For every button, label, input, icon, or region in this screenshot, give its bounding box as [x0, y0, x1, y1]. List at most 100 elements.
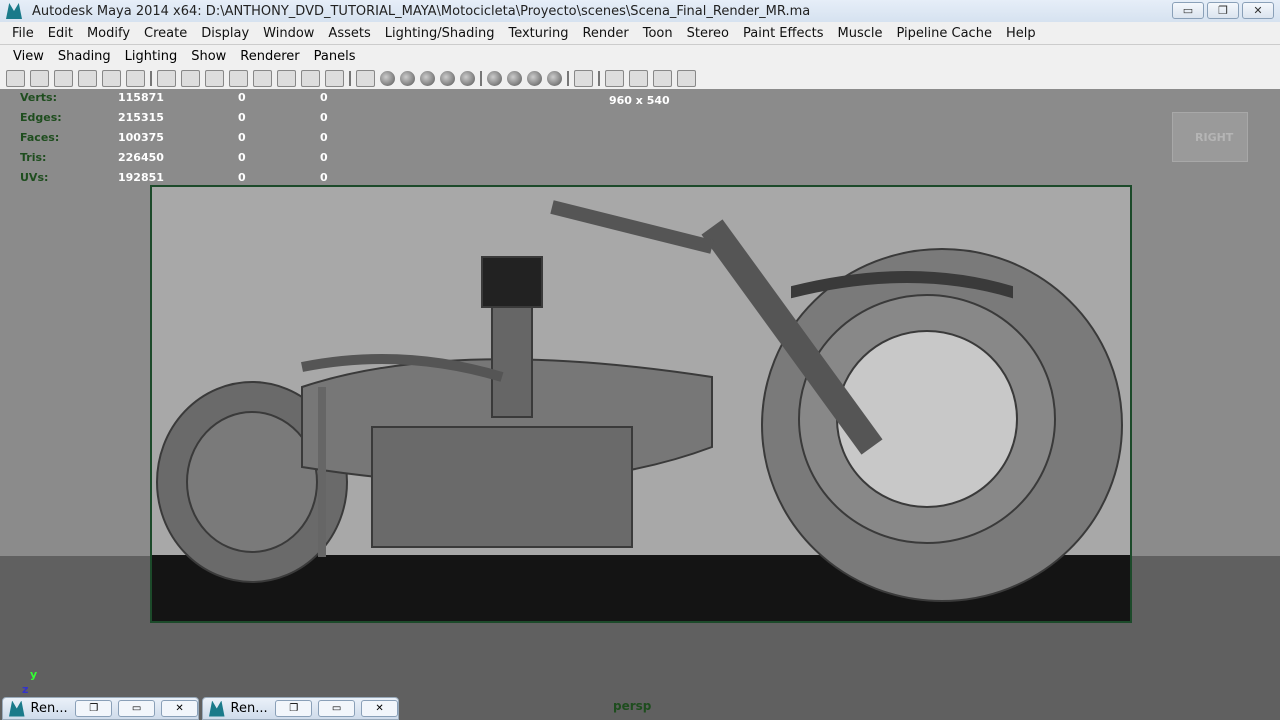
toolbar-tool-icon[interactable] [301, 70, 320, 87]
toolbar-tool-icon[interactable] [157, 70, 176, 87]
axis-z-label: z [22, 683, 29, 696]
view-cube-label: RIGHT [1195, 131, 1234, 144]
menu-window[interactable]: Window [263, 26, 314, 41]
panel-menu-panels[interactable]: Panels [314, 49, 356, 64]
hud-v: 226450 [118, 150, 164, 164]
hud-v: 115871 [118, 91, 164, 105]
hud-v: 192851 [118, 170, 164, 184]
taskbar-window-render-view[interactable]: Ren... ❐ ▭ ✕ [202, 697, 399, 720]
panel-menu-shading[interactable]: Shading [58, 49, 111, 64]
menu-render[interactable]: Render [582, 26, 628, 41]
close-button[interactable]: ✕ [1242, 2, 1274, 19]
shading-sphere-icon[interactable] [487, 71, 502, 86]
menu-display[interactable]: Display [201, 26, 249, 41]
panel-menu-renderer[interactable]: Renderer [240, 49, 299, 64]
render-region[interactable] [150, 185, 1132, 623]
toolbar-tool-icon[interactable] [653, 70, 672, 87]
hud-a: 0 [238, 170, 246, 184]
toolbar-tool-icon[interactable] [181, 70, 200, 87]
window-title: Autodesk Maya 2014 x64: D:\ANTHONY_DVD_T… [32, 3, 811, 19]
hud-row: Verts: 115871 0 0 [20, 88, 402, 108]
hud-label: Verts: [20, 91, 58, 105]
shading-sphere-icon[interactable] [420, 71, 435, 86]
toolbar-tool-icon[interactable] [54, 70, 73, 87]
hud-label: Tris: [20, 150, 47, 164]
poly-count-hud: Verts: 115871 0 0 Edges: 215315 0 0 Faces: 100375… [20, 88, 402, 187]
menu-muscle[interactable]: Muscle [838, 26, 883, 41]
hud-b: 0 [320, 111, 328, 125]
taskbar-label: Ren... [30, 701, 68, 716]
motorcycle-model [156, 200, 1123, 602]
toolbar-tool-icon[interactable] [356, 70, 375, 87]
toolbar-tool-icon[interactable] [102, 70, 121, 87]
hud-row: Tris: 226450 0 0 [20, 147, 402, 167]
maya-icon [209, 700, 225, 717]
hud-a: 0 [238, 150, 246, 164]
menu-stereo[interactable]: Stereo [687, 26, 729, 41]
panel-menu-show[interactable]: Show [191, 49, 226, 64]
toolbar-tool-icon[interactable] [78, 70, 97, 87]
restore-button[interactable]: ❐ [275, 700, 313, 717]
shading-sphere-icon[interactable] [507, 71, 522, 86]
hud-label: Faces: [20, 130, 60, 144]
menu-file[interactable]: File [12, 26, 34, 41]
maximize-button[interactable]: ▭ [318, 700, 356, 717]
shading-sphere-icon[interactable] [460, 71, 475, 86]
title-bar: Autodesk Maya 2014 x64: D:\ANTHONY_DVD_T… [0, 0, 1280, 22]
shading-sphere-icon[interactable] [527, 71, 542, 86]
menu-create[interactable]: Create [144, 26, 187, 41]
menu-paint-effects[interactable]: Paint Effects [743, 26, 824, 41]
panel-menu-view[interactable]: View [13, 49, 44, 64]
maya-icon [9, 700, 25, 717]
toolbar-separator [567, 71, 569, 86]
toolbar-tool-icon[interactable] [605, 70, 624, 87]
toolbar-tool-icon[interactable] [6, 70, 25, 87]
restore-button[interactable]: ❐ [1207, 2, 1239, 19]
hud-b: 0 [320, 170, 328, 184]
toolbar-tool-icon[interactable] [253, 70, 272, 87]
shading-sphere-icon[interactable] [400, 71, 415, 86]
panel-menu-bar: View Shading Lighting Show Renderer Panels [0, 45, 1280, 68]
menu-toon[interactable]: Toon [643, 26, 673, 41]
menu-lighting-shading[interactable]: Lighting/Shading [385, 26, 495, 41]
shading-sphere-icon[interactable] [440, 71, 455, 86]
hud-row: Edges: 215315 0 0 [20, 108, 402, 128]
menu-pipeline-cache[interactable]: Pipeline Cache [897, 26, 992, 41]
hud-b: 0 [320, 130, 328, 144]
maximize-button[interactable]: ▭ [118, 700, 156, 717]
shading-sphere-icon[interactable] [547, 71, 562, 86]
toolbar-tool-icon[interactable] [677, 70, 696, 87]
menu-assets[interactable]: Assets [328, 26, 370, 41]
toolbar-tool-icon[interactable] [277, 70, 296, 87]
toolbar-tool-icon[interactable] [629, 70, 648, 87]
toolbar-tool-icon[interactable] [325, 70, 344, 87]
toolbar-tool-icon[interactable] [126, 70, 145, 87]
toolbar-tool-icon[interactable] [205, 70, 224, 87]
close-button[interactable]: ✕ [161, 700, 199, 717]
panel-toolbar [0, 68, 1280, 89]
close-button[interactable]: ✕ [361, 700, 399, 717]
hud-b: 0 [320, 91, 328, 105]
shading-sphere-icon[interactable] [380, 71, 395, 86]
toolbar-separator [480, 71, 482, 86]
view-cube[interactable]: RIGHT [1172, 112, 1248, 162]
hud-a: 0 [238, 130, 246, 144]
toolbar-tool-icon[interactable] [229, 70, 248, 87]
hud-label: Edges: [20, 111, 62, 125]
restore-button[interactable]: ❐ [75, 700, 113, 717]
menu-modify[interactable]: Modify [87, 26, 130, 41]
axis-y-label: y [30, 668, 38, 681]
taskbar-label: Ren... [230, 701, 268, 716]
toolbar-tool-icon[interactable] [30, 70, 49, 87]
panel-menu-lighting[interactable]: Lighting [125, 49, 178, 64]
menu-texturing[interactable]: Texturing [508, 26, 568, 41]
hud-v: 100375 [118, 130, 164, 144]
minimize-button[interactable]: ▭ [1172, 2, 1204, 19]
hud-a: 0 [238, 91, 246, 105]
menu-help[interactable]: Help [1006, 26, 1036, 41]
toolbar-tool-icon[interactable] [574, 70, 593, 87]
taskbar-window-render-view[interactable]: Ren... ❐ ▭ ✕ [2, 697, 199, 720]
main-menu-bar: File Edit Modify Create Display Window Assets L… [0, 22, 1280, 45]
toolbar-separator [598, 71, 600, 86]
menu-edit[interactable]: Edit [48, 26, 73, 41]
